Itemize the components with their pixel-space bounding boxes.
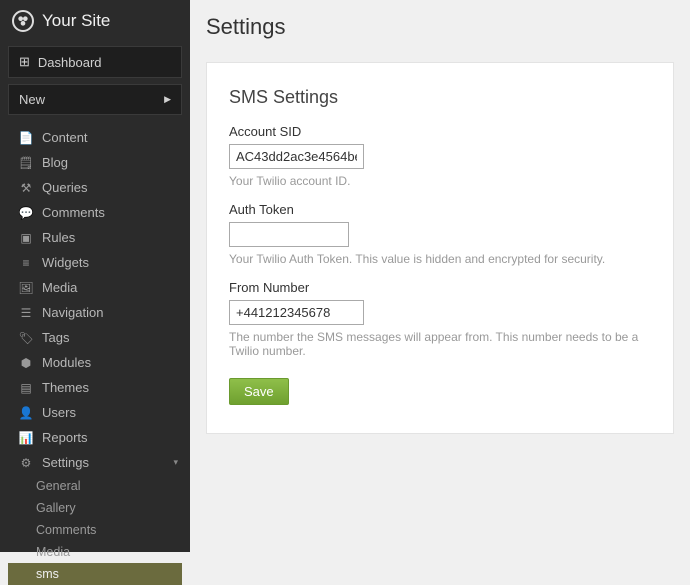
layout-icon: ▤	[18, 381, 34, 395]
module-icon: ⬢	[18, 356, 34, 370]
image-icon: 🖼	[18, 281, 34, 295]
panel-title: SMS Settings	[229, 87, 651, 108]
subnav-item-media[interactable]: Media	[0, 541, 190, 563]
grid-icon: ⊞	[19, 54, 30, 70]
nav-item-comments[interactable]: 💬Comments	[0, 200, 190, 225]
nav-item-rules[interactable]: ▣Rules	[0, 225, 190, 250]
auth-token-label: Auth Token	[229, 202, 651, 217]
new-button[interactable]: New ▶	[8, 84, 182, 115]
from-number-input[interactable]	[229, 300, 364, 325]
subnav-item-gallery[interactable]: Gallery	[0, 497, 190, 519]
document-icon: 📄	[18, 131, 34, 145]
chat-icon: 💬	[18, 206, 34, 220]
from-number-label: From Number	[229, 280, 651, 295]
from-number-hint: The number the SMS messages will appear …	[229, 330, 651, 358]
nav-item-tags[interactable]: 🏷Tags	[0, 325, 190, 350]
brand-title: Your Site	[42, 11, 110, 31]
auth-token-input[interactable]	[229, 222, 349, 247]
main-content: Settings SMS Settings Account SID Your T…	[190, 0, 690, 552]
subnav-item-sms[interactable]: sms	[8, 563, 182, 585]
chevron-down-icon: ▾	[173, 457, 178, 468]
subnav-item-comments[interactable]: Comments	[0, 519, 190, 541]
note-icon: 🗒	[18, 156, 34, 170]
nav-item-media[interactable]: 🖼Media	[0, 275, 190, 300]
nav-item-settings[interactable]: ⚙ Settings ▾	[0, 450, 190, 475]
auth-token-hint: Your Twilio Auth Token. This value is hi…	[229, 252, 651, 266]
account-sid-label: Account SID	[229, 124, 651, 139]
square-icon: ▣	[18, 231, 34, 245]
nav-item-queries[interactable]: ⚒Queries	[0, 175, 190, 200]
subnav-item-general[interactable]: General	[0, 475, 190, 497]
nav-item-blog[interactable]: 🗒Blog	[0, 150, 190, 175]
new-label: New	[19, 92, 45, 107]
nav-item-content[interactable]: 📄Content	[0, 125, 190, 150]
tag-icon: 🏷	[18, 331, 34, 345]
nav-item-navigation[interactable]: ☰Navigation	[0, 300, 190, 325]
page-title: Settings	[206, 14, 674, 40]
nav-item-modules[interactable]: ⬢Modules	[0, 350, 190, 375]
list-icon: ≡	[18, 256, 34, 270]
nav-item-widgets[interactable]: ≡Widgets	[0, 250, 190, 275]
menu-icon: ☰	[18, 306, 34, 320]
sidebar: Your Site ⊞ Dashboard New ▶ 📄Content 🗒Bl…	[0, 0, 190, 552]
field-from-number: From Number The number the SMS messages …	[229, 280, 651, 358]
chevron-right-icon: ▶	[164, 94, 171, 105]
dashboard-label: Dashboard	[38, 55, 102, 70]
brand-logo-icon	[12, 10, 34, 32]
chart-icon: 📊	[18, 431, 34, 445]
dashboard-button[interactable]: ⊞ Dashboard	[8, 46, 182, 78]
field-account-sid: Account SID Your Twilio account ID.	[229, 124, 651, 188]
user-icon: 👤	[18, 406, 34, 420]
gear-icon: ⚙	[18, 456, 34, 470]
account-sid-input[interactable]	[229, 144, 364, 169]
nav-item-users[interactable]: 👤Users	[0, 400, 190, 425]
field-auth-token: Auth Token Your Twilio Auth Token. This …	[229, 202, 651, 266]
filter-icon: ⚒	[18, 181, 34, 195]
settings-subnav: General Gallery Comments Media sms	[0, 475, 190, 585]
save-button[interactable]: Save	[229, 378, 289, 405]
settings-panel: SMS Settings Account SID Your Twilio acc…	[206, 62, 674, 434]
brand[interactable]: Your Site	[0, 0, 190, 46]
account-sid-hint: Your Twilio account ID.	[229, 174, 651, 188]
nav-item-reports[interactable]: 📊Reports	[0, 425, 190, 450]
nav-item-themes[interactable]: ▤Themes	[0, 375, 190, 400]
nav-list: 📄Content 🗒Blog ⚒Queries 💬Comments ▣Rules…	[0, 125, 190, 475]
